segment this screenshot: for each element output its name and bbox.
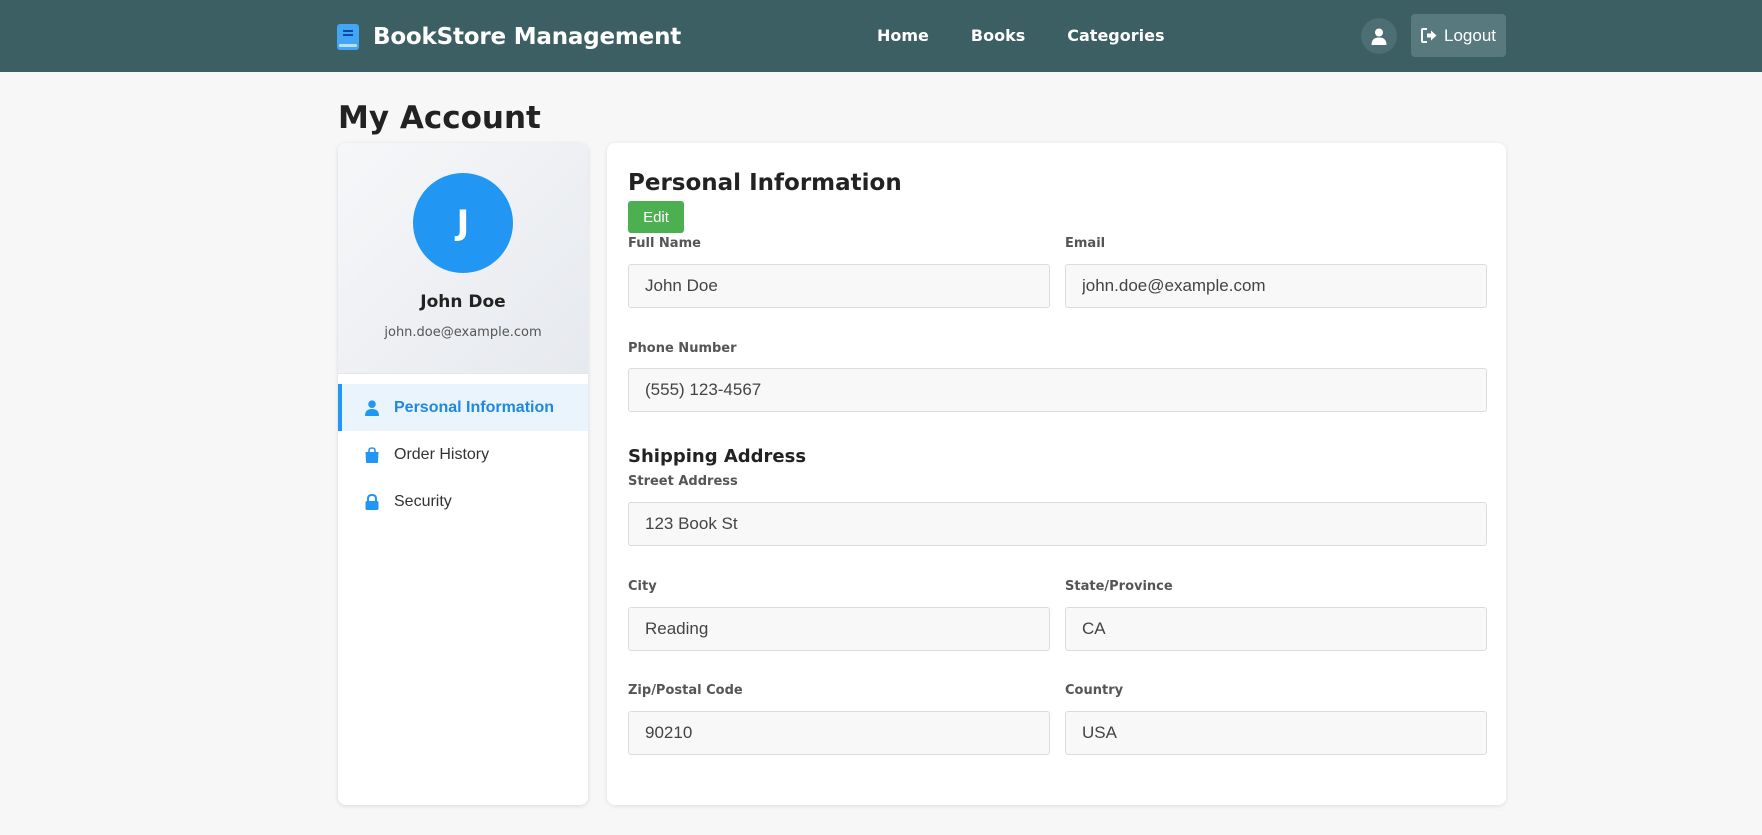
profile-name: John Doe (420, 292, 506, 312)
phone-field[interactable] (628, 368, 1487, 412)
menu-item-label: Personal Information (394, 398, 555, 416)
country-label: Country (1065, 683, 1124, 698)
email-label: Email (1065, 236, 1106, 251)
menu-item-label: Security (394, 492, 452, 510)
city-field[interactable] (628, 607, 1050, 651)
email-field[interactable] (1065, 264, 1487, 308)
account-menu: Personal Information Order History Secur… (338, 384, 588, 525)
menu-item-security[interactable]: Security (338, 478, 588, 525)
logout-label: Logout (1444, 25, 1496, 45)
book-icon (337, 24, 359, 50)
menu-item-label: Order History (394, 445, 490, 463)
sign-out-icon (1421, 28, 1444, 43)
menu-item-order-history[interactable]: Order History (338, 431, 588, 478)
country-field[interactable] (1065, 711, 1487, 755)
brand[interactable]: BookStore Management (337, 22, 681, 52)
account-sidebar: J John Doe john.doe@example.com Personal… (338, 143, 588, 805)
nav-links: Home Books Categories (877, 26, 1164, 45)
state-province-label: State/Province (1065, 579, 1173, 594)
shopping-bag-icon (364, 446, 380, 463)
user-icon (1371, 28, 1387, 45)
edit-button[interactable]: Edit (628, 201, 684, 233)
user-icon (364, 399, 380, 416)
shipping-address-title: Shipping Address (628, 446, 807, 467)
avatar: J (413, 173, 513, 273)
top-navbar: BookStore Management Home Books Categori… (0, 0, 1762, 72)
personal-information-panel: Personal Information Edit Full Name Emai… (607, 143, 1506, 805)
nav-link-books[interactable]: Books (971, 26, 1025, 45)
street-address-label: Street Address (628, 474, 738, 489)
full-name-field[interactable] (628, 264, 1050, 308)
full-name-label: Full Name (628, 236, 701, 251)
profile-email: john.doe@example.com (384, 325, 542, 340)
lock-icon (364, 493, 380, 510)
profile-card: J John Doe john.doe@example.com (338, 143, 588, 374)
zip-code-label: Zip/Postal Code (628, 683, 743, 698)
user-menu-button[interactable] (1361, 18, 1397, 54)
logout-button[interactable]: Logout (1411, 14, 1506, 57)
state-province-field[interactable] (1065, 607, 1487, 651)
brand-title: BookStore Management (373, 24, 682, 50)
nav-link-categories[interactable]: Categories (1067, 26, 1164, 45)
page-title: My Account (338, 100, 541, 136)
zip-code-field[interactable] (628, 711, 1050, 755)
nav-link-home[interactable]: Home (877, 26, 929, 45)
street-address-field[interactable] (628, 502, 1487, 546)
menu-item-personal-information[interactable]: Personal Information (338, 384, 588, 431)
section-title: Personal Information (628, 170, 902, 196)
phone-label: Phone Number (628, 341, 737, 356)
city-label: City (628, 579, 657, 594)
